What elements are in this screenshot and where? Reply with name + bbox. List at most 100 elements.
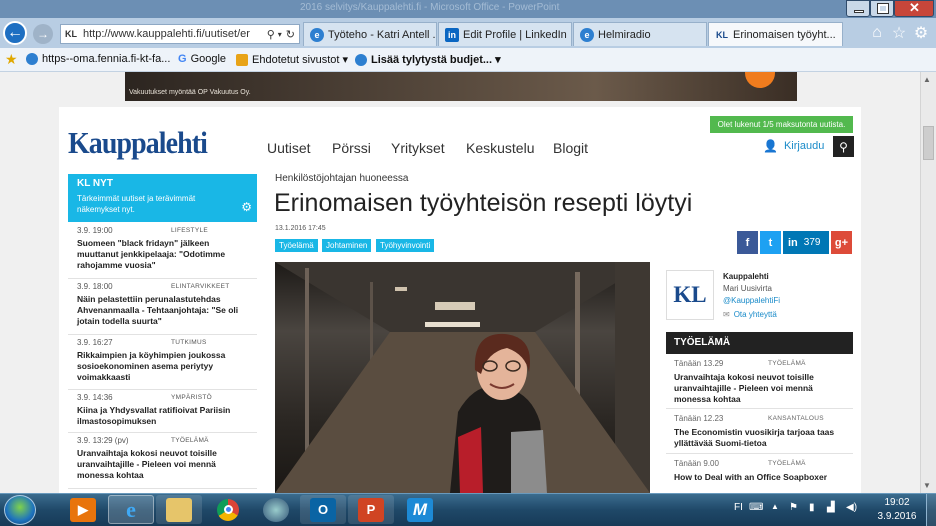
facebook-icon: f [745, 236, 750, 249]
favorite-budget[interactable]: Lisää tylytystä budjet... ▾ [355, 53, 501, 66]
list-item[interactable]: 3.9. 19:00 LIFESTYLE Suomeen "black frida… [68, 224, 257, 279]
facebook-share-button[interactable]: f [737, 231, 758, 254]
list-item[interactable]: 3.9. 18:00 ELINTARVIKKEET Näin pelastetti… [68, 280, 257, 335]
tag-johtaminen[interactable]: Johtaminen [322, 239, 372, 252]
search-icon: ⚲ [839, 139, 848, 154]
window-titlebar: 2016 selvitys/Kauppalehti.fi - Microsoft… [0, 0, 936, 18]
contact-author-link[interactable]: ✉ Ota yhteyttä [723, 310, 777, 319]
twitter-share-button[interactable]: t [760, 231, 781, 254]
tab-helmiradio[interactable]: e Helmiradio [573, 22, 707, 46]
chevron-down-icon[interactable]: ▾ [278, 30, 282, 39]
linkedin-share-count: 379 [803, 237, 821, 248]
ad-banner[interactable]: Vakuutukset myöntää OP Vakuutus Oy. [125, 72, 797, 101]
scroll-up-icon[interactable]: ▲ [923, 75, 931, 84]
taskbar-network-app[interactable] [253, 495, 299, 524]
favorite-fennia[interactable]: https--oma.fennia.fi-kt-fa... [26, 53, 170, 65]
ie-icon [355, 53, 367, 66]
site-logo[interactable]: Kauppalehti [68, 125, 208, 161]
nav-porssi[interactable]: Pörssi [332, 140, 371, 156]
news-headline[interactable]: Näin pelastettiin perunalastutehdas Ahve… [77, 294, 248, 327]
ad-disclaimer: Vakuutukset myöntää OP Vakuutus Oy. [129, 89, 251, 96]
flag-icon[interactable]: ⚑ [789, 502, 798, 513]
favorites-star-icon[interactable]: ★ [5, 51, 18, 68]
news-headline[interactable]: How to Deal with an Office Soapboxer [674, 472, 845, 483]
taskbar-clock[interactable]: 19:02 3.9.2016 [870, 496, 924, 524]
favorites-star-icon[interactable]: ☆ [888, 22, 910, 44]
news-headline[interactable]: Kiina ja Yhdysvallat ratifioivat Pariisi… [77, 405, 248, 427]
taskbar-powerpoint[interactable]: P [348, 495, 394, 524]
show-desktop-button[interactable] [926, 494, 936, 526]
nav-keskustelu[interactable]: Keskustelu [466, 140, 534, 156]
news-headline[interactable]: Uranvaihtaja kokosi neuvot toisille uran… [674, 372, 845, 405]
gear-icon[interactable]: ⚙ [910, 22, 932, 44]
taskbar-outlook[interactable]: O [300, 495, 346, 524]
forward-button[interactable]: → [33, 24, 53, 44]
taskbar-internet-explorer[interactable]: e [108, 495, 154, 524]
refresh-icon[interactable]: ↻ [286, 28, 295, 41]
gear-icon[interactable]: ⚙ [241, 200, 252, 214]
taskbar-explorer[interactable] [156, 495, 202, 524]
user-icon: 👤 [763, 139, 778, 153]
news-headline[interactable]: The Economistin vuosikirja tarjoaa taas … [674, 427, 845, 449]
nav-yritykset[interactable]: Yritykset [391, 140, 445, 156]
home-icon[interactable]: ⌂ [866, 22, 888, 44]
list-item[interactable]: 3.9. 16:27 TUTKIMUS Rikkaimpien ja köyhim… [68, 336, 257, 390]
start-button[interactable] [4, 495, 36, 525]
site-content: Kauppalehti Uutiset Pörssi Yritykset Kes… [59, 107, 861, 493]
scroll-down-icon[interactable]: ▼ [923, 481, 931, 490]
page-viewport: Vakuutukset myöntää OP Vakuutus Oy. Kaup… [0, 72, 920, 493]
googleplus-share-button[interactable]: g+ [831, 231, 852, 254]
mail-icon: ✉ [723, 310, 730, 319]
maximize-button[interactable] [870, 0, 894, 17]
taskbar-chrome[interactable] [205, 495, 251, 524]
twitter-icon: t [768, 236, 773, 249]
list-item[interactable]: Tänään 12.23 KANSANTALOUS The Economistin… [666, 414, 853, 454]
tray-expand-icon[interactable]: ▲ [771, 502, 779, 511]
volume-icon[interactable]: ◀) [846, 502, 857, 513]
battery-icon[interactable]: ▮ [809, 502, 815, 513]
news-headline[interactable]: Rikkaimpien ja köyhimpien joukossa sosio… [77, 350, 248, 383]
media-player-icon: ▶ [70, 497, 96, 522]
ie-icon [26, 53, 38, 65]
minimize-button[interactable] [846, 0, 870, 17]
list-item[interactable]: Tänään 13.29 TYÖELÄMÄ Uranvaihtaja kokosi… [666, 359, 853, 409]
close-window-button[interactable]: ✕ [894, 0, 934, 17]
tab-tyoteho[interactable]: e Työteho - Katri Antell ... [303, 22, 437, 46]
language-indicator[interactable]: FI [734, 502, 743, 513]
search-icon[interactable]: ⚲ [267, 28, 275, 41]
address-bar[interactable]: KL http://www.kauppalehti.fi/uutiset/er … [60, 24, 300, 44]
back-button[interactable]: ← [3, 21, 27, 45]
nav-blogit[interactable]: Blogit [553, 140, 588, 156]
search-button[interactable]: ⚲ [833, 136, 854, 157]
news-headline[interactable]: Suomeen "black fridayn" jälkeen muuttanu… [77, 238, 248, 271]
favorite-google[interactable]: G Google [178, 53, 226, 65]
tab-linkedin[interactable]: in Edit Profile | LinkedIn [438, 22, 572, 46]
news-headline[interactable]: Uranvaihtaja kokosi neuvot toisille uran… [77, 448, 248, 481]
list-item[interactable]: Tänään 9.00 TYÖELÄMÄ How to Deal with an … [666, 459, 853, 493]
tab-kauppalehti-active[interactable]: KLErinomaisen työyht...✕ [708, 22, 843, 46]
list-item[interactable]: 3.9. 13:29 (pv) TYÖELÄMÄ Uranvaihtaja kok… [68, 434, 257, 489]
close-tab-icon[interactable]: ✕ [842, 28, 843, 41]
favorite-suggested-sites[interactable]: Ehdotetut sivustot ▾ [236, 53, 348, 66]
author-publication-logo[interactable]: KL [666, 270, 714, 320]
network-icon [263, 497, 289, 522]
taskbar-media-player[interactable]: ▶ [60, 495, 106, 524]
keyboard-icon[interactable]: ⌨ [749, 502, 763, 513]
vertical-scrollbar[interactable]: ▲ ▼ [920, 72, 936, 493]
googleplus-icon: g+ [834, 236, 849, 249]
taskbar-m-app[interactable]: M [397, 495, 443, 524]
network-status-icon[interactable]: ▟ [827, 502, 835, 513]
scrollbar-thumb[interactable] [923, 126, 934, 160]
tag-tyoelama[interactable]: Työelämä [275, 239, 318, 252]
kl-nyt-header[interactable]: KL NYT Tärkeimmät uutiset ja terävimmät … [68, 174, 257, 222]
linkedin-share-button[interactable]: in 379 [783, 231, 829, 254]
login-link[interactable]: 👤 Kirjaudu [763, 139, 824, 153]
section-title-tyoelama[interactable]: TYÖELÄMÄ [666, 332, 853, 354]
back-arrow-icon: ← [7, 24, 23, 41]
nav-uutiset[interactable]: Uutiset [267, 140, 311, 156]
tag-tyohyvinvointi[interactable]: Työhyvinvointi [376, 239, 435, 252]
author-twitter-handle[interactable]: @KauppalehtiFi [723, 296, 780, 305]
article-photo [275, 262, 650, 493]
url-text[interactable]: http://www.kauppalehti.fi/uutiset/er [83, 28, 264, 40]
list-item[interactable]: 3.9. 14:36 YMPÄRISTÖ Kiina ja Yhdysvallat… [68, 391, 257, 433]
